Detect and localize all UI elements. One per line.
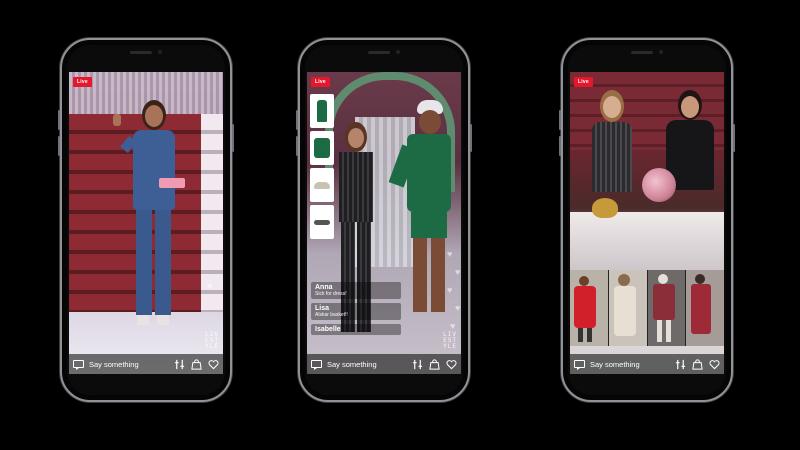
shopping-bag-icon[interactable] [428,358,440,370]
floating-heart-icon: ♥ [455,267,461,277]
live-badge: Live [73,77,92,87]
sunglasses-icon [314,219,330,225]
look-thumbnail-burgundy-dress[interactable] [686,270,724,346]
phone-frame-3: Live Say something [559,38,735,402]
volume-down-button [58,136,60,156]
shopping-bag-icon[interactable] [190,358,202,370]
livestyle-logo: LIV EST YLE [205,331,219,350]
comment-item: Lisa Alskar basket!! [311,303,401,320]
heart-icon[interactable] [207,358,219,370]
look-thumbnail-cream-coat[interactable] [608,270,647,346]
flower-arrangement [642,168,676,202]
look-thumbnail-plaid-blazer[interactable] [647,270,686,346]
live-badge: Live [574,77,593,87]
floating-heart-icon: ♥ [447,285,453,295]
floating-heart-icon: ♥ [207,281,213,291]
comment-input[interactable]: Say something [590,360,669,369]
product-thumbnail-row [570,270,724,346]
phone-frame-1: Live ♥ LIV EST YLE Say something [58,38,234,402]
heart-icon[interactable] [445,358,457,370]
product-item-green-dress[interactable] [310,94,334,128]
filter-icon[interactable] [674,358,686,370]
livestream-video-3[interactable]: Live Say something [570,72,724,374]
volume-up-button [296,110,298,130]
comment-text: Sick for dress! [315,291,347,297]
sneaker-icon [314,181,330,189]
chat-icon[interactable] [574,360,585,370]
shopping-bag-icon[interactable] [691,358,703,370]
floating-heart-icon: ♥ [450,321,456,331]
volume-down-button [296,136,298,156]
volume-up-button [58,110,60,130]
filter-icon[interactable] [411,358,423,370]
chat-icon[interactable] [311,360,322,370]
bottom-bar: Say something [69,354,223,374]
product-item-sneaker[interactable] [310,168,334,202]
look-thumbnail-red-coat[interactable] [570,270,608,346]
product-item-green-blazer[interactable] [310,131,334,165]
product-item-sunglasses[interactable] [310,205,334,239]
power-button [470,124,472,152]
comment-input[interactable]: Say something [89,360,168,369]
comment-author: Lisa [315,305,330,312]
comment-item: Isabelle [311,324,401,335]
bottom-bar: Say something [307,354,461,374]
coffee-table [570,212,724,268]
bottom-bar: Say something [570,354,724,374]
live-badge: Live [311,77,330,87]
presenter-right-figure [388,100,459,356]
green-blazer-icon [314,138,330,158]
comment-author: Anna [315,284,333,291]
gold-shell-ornament [592,198,618,218]
livestream-video-2[interactable]: Live Anna Sick for dress! Lisa Alskar ba… [307,72,461,374]
phone-notch [359,49,409,55]
product-list [310,94,334,239]
floating-heart-icon: ♥ [447,249,453,259]
comment-author: Isabelle [315,326,341,333]
green-dress-icon [317,100,327,122]
comment-feed: Anna Sick for dress! Lisa Alskar basket!… [311,282,401,335]
power-button [733,124,735,152]
phone-notch [622,49,672,55]
floating-heart-icon: ♥ [455,303,461,313]
filter-icon[interactable] [173,358,185,370]
power-button [232,124,234,152]
chat-icon[interactable] [73,360,84,370]
volume-down-button [559,136,561,156]
comment-input[interactable]: Say something [327,360,406,369]
comment-item: Anna Sick for dress! [311,282,401,299]
phone-frame-2: Live Anna Sick for dress! Lisa Alskar ba… [296,38,472,402]
livestyle-logo: LIV EST YLE [443,331,457,350]
phone-notch [121,49,171,55]
host-left-figure [590,90,634,200]
heart-icon[interactable] [708,358,720,370]
livestream-video-1[interactable]: Live ♥ LIV EST YLE Say something [69,72,223,374]
comment-text: Alskar basket!! [315,312,348,318]
host-figure [113,100,189,350]
volume-up-button [559,110,561,130]
